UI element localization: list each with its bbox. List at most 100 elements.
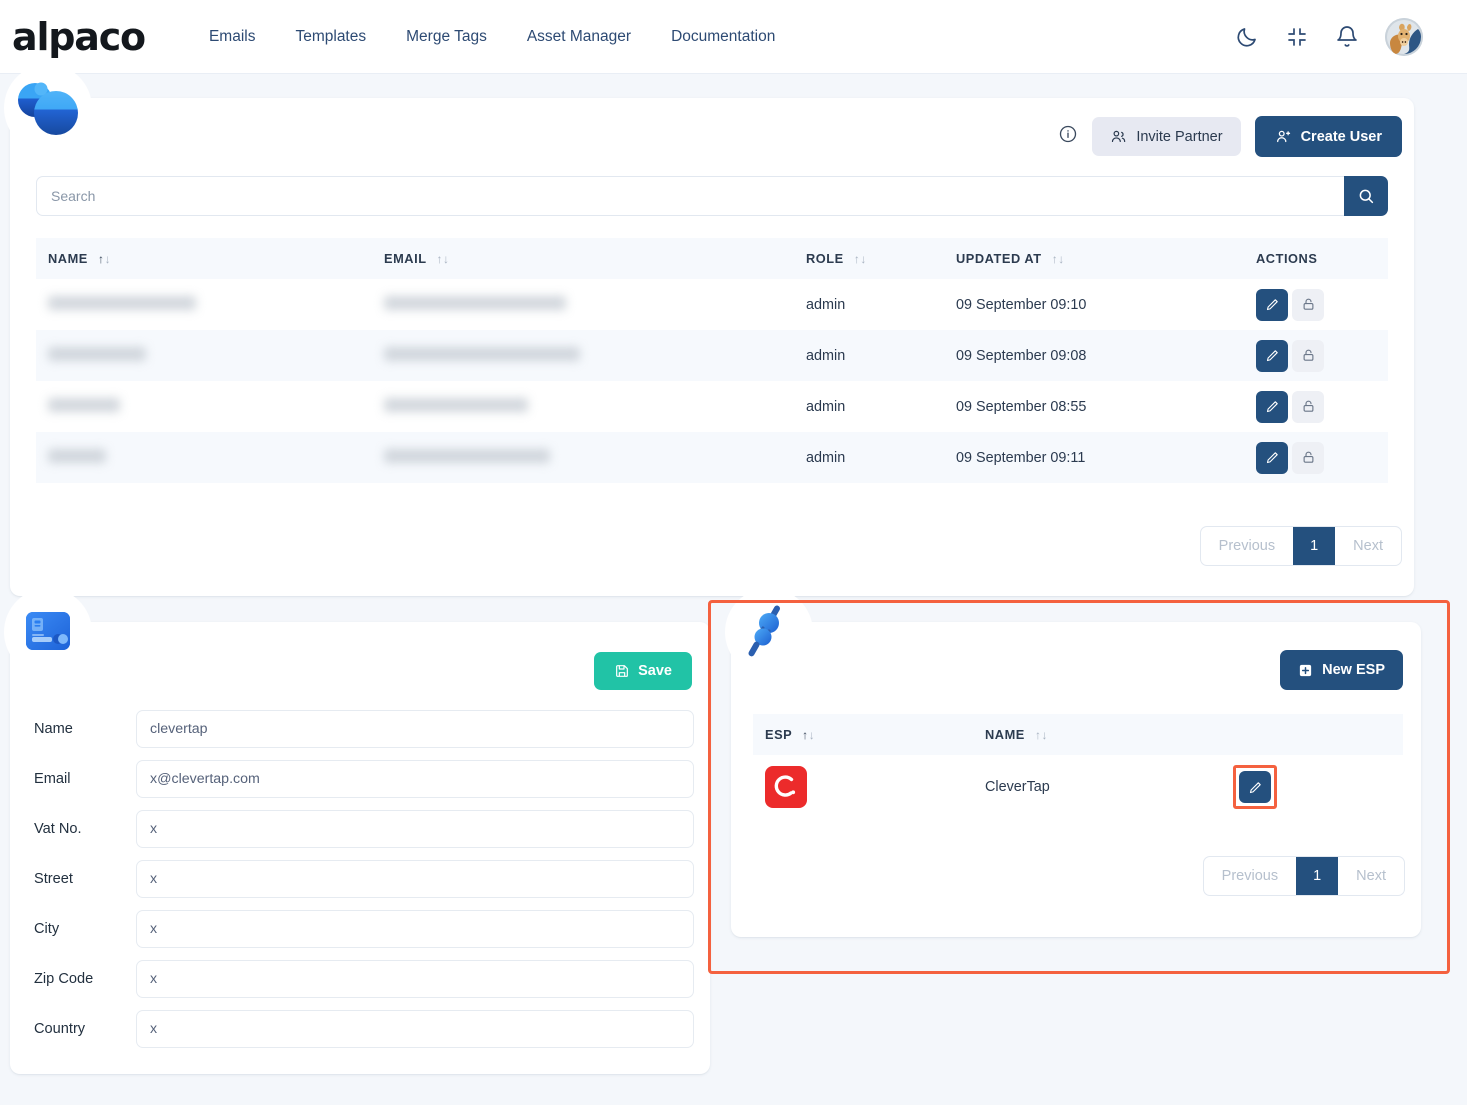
field-label: Vat No. (34, 821, 82, 837)
col-esp-name[interactable]: NAME ↑↓ (985, 714, 1233, 755)
cell-role: admin (806, 449, 846, 466)
id-card-icon (4, 588, 92, 676)
esp-card: New ESP ESP ↑↓ NAME ↑↓ CleverTap Previou… (725, 588, 1421, 937)
save-disk-icon (616, 665, 629, 677)
pagination-page-1[interactable]: 1 (1293, 527, 1336, 565)
new-esp-label: New ESP (1322, 662, 1385, 678)
edit-esp-button[interactable] (1239, 771, 1271, 803)
sort-icon[interactable]: ↑↓ (802, 728, 815, 742)
search-input[interactable] (36, 176, 1344, 216)
sort-icon[interactable]: ↑↓ (1035, 728, 1048, 742)
field-vat-no: Vat No. (34, 810, 694, 848)
moon-icon[interactable] (1235, 25, 1259, 49)
row-actions (1256, 288, 1388, 321)
field-label: Name (34, 721, 73, 737)
create-user-button[interactable]: Create User (1254, 116, 1402, 157)
unlock-icon (1303, 400, 1313, 412)
invite-partner-label: Invite Partner (1136, 128, 1223, 145)
table-row: admin 09 September 09:08 (36, 330, 1388, 381)
redacted-email (384, 448, 550, 463)
pagination-previous[interactable]: Previous (1204, 857, 1296, 895)
redacted-email (384, 397, 528, 412)
nav-link-documentation[interactable]: Documentation (651, 22, 795, 52)
table-row: admin 09 September 09:10 (36, 279, 1388, 330)
create-user-label: Create User (1300, 128, 1382, 145)
name-input[interactable] (136, 710, 694, 748)
collapse-icon[interactable] (1285, 25, 1309, 49)
pagination-previous[interactable]: Previous (1201, 527, 1293, 565)
field-country: Country (34, 1010, 694, 1048)
app-root: alpaco Emails Templates Merge Tags Asset… (0, 0, 1467, 1105)
esp-pagination: Previous 1 Next (1202, 856, 1405, 896)
nav-link-templates[interactable]: Templates (275, 22, 386, 52)
users-table-header: NAME ↑↓ EMAIL ↑↓ ROLE ↑↓ UPDATED AT ↑↓ A… (36, 238, 1388, 279)
pagination-next[interactable]: Next (1338, 857, 1404, 895)
street-input[interactable] (136, 860, 694, 898)
col-email[interactable]: EMAIL ↑↓ (384, 238, 806, 279)
toggle-lock-button[interactable] (1292, 339, 1324, 372)
invite-partner-button[interactable]: Invite Partner (1092, 117, 1241, 156)
field-name: Name (34, 710, 694, 748)
vat-no-input[interactable] (136, 810, 694, 848)
new-esp-button[interactable]: New ESP (1280, 650, 1403, 690)
redacted-name (48, 448, 106, 463)
col-name[interactable]: NAME ↑↓ (36, 238, 384, 279)
edit-esp-highlight (1233, 765, 1277, 809)
table-row: admin 09 September 08:55 (36, 381, 1388, 432)
pencil-icon (1249, 781, 1261, 793)
row-actions (1256, 390, 1388, 423)
edit-user-button[interactable] (1256, 390, 1288, 423)
edit-user-button[interactable] (1256, 339, 1288, 372)
save-button[interactable]: Save (594, 652, 692, 690)
sort-icon[interactable]: ↑↓ (1052, 252, 1065, 266)
field-zip-code: Zip Code (34, 960, 694, 998)
toggle-lock-button[interactable] (1292, 441, 1324, 474)
col-role[interactable]: ROLE ↑↓ (806, 238, 956, 279)
email-input[interactable] (136, 760, 694, 798)
table-row: CleverTap (753, 755, 1403, 819)
sort-icon[interactable]: ↑↓ (98, 252, 111, 266)
users-spheres-icon (4, 64, 92, 152)
info-icon[interactable] (1058, 124, 1078, 149)
search-button[interactable] (1344, 176, 1388, 216)
toggle-lock-button[interactable] (1292, 288, 1324, 321)
cell-updated-at: 09 September 09:10 (956, 296, 1087, 313)
pencil-icon (1266, 452, 1278, 464)
unlock-icon (1303, 451, 1313, 463)
pagination-page-1[interactable]: 1 (1296, 857, 1339, 895)
field-email: Email (34, 760, 694, 798)
cell-updated-at: 09 September 09:11 (956, 449, 1086, 466)
toggle-lock-button[interactable] (1292, 390, 1324, 423)
nav-link-asset-manager[interactable]: Asset Manager (507, 22, 651, 52)
field-label: Zip Code (34, 971, 94, 987)
users-pagination: Previous 1 Next (1199, 526, 1402, 566)
unlock-icon (1303, 298, 1313, 310)
nav-link-merge-tags[interactable]: Merge Tags (386, 22, 507, 52)
bell-icon[interactable] (1335, 25, 1359, 49)
edit-user-button[interactable] (1256, 441, 1288, 474)
redacted-name (48, 346, 146, 361)
country-input[interactable] (136, 1010, 694, 1048)
pagination-next[interactable]: Next (1335, 527, 1401, 565)
plug-connector-icon (725, 588, 813, 676)
user-plus-icon (1276, 130, 1290, 143)
plus-square-icon (1300, 664, 1312, 676)
edit-user-button[interactable] (1256, 288, 1288, 321)
col-esp[interactable]: ESP ↑↓ (753, 714, 985, 755)
row-actions (1256, 441, 1388, 474)
cell-role: admin (806, 398, 846, 415)
esp-table-body: CleverTap (753, 755, 1403, 819)
sort-icon[interactable]: ↑↓ (436, 252, 449, 266)
nav-link-emails[interactable]: Emails (189, 22, 276, 52)
pencil-icon (1266, 401, 1278, 413)
navbar-actions (1235, 17, 1423, 56)
col-updated-at[interactable]: UPDATED AT ↑↓ (956, 238, 1256, 279)
avatar[interactable] (1385, 17, 1423, 56)
users-table-body: admin 09 September 09:10 admin 09 Septem… (36, 279, 1388, 483)
top-navbar: alpaco Emails Templates Merge Tags Asset… (0, 0, 1467, 74)
sort-icon[interactable]: ↑↓ (854, 252, 867, 266)
zip-code-input[interactable] (136, 960, 694, 998)
city-input[interactable] (136, 910, 694, 948)
search-icon (1359, 189, 1374, 204)
brand-logo[interactable]: alpaco (12, 15, 146, 59)
